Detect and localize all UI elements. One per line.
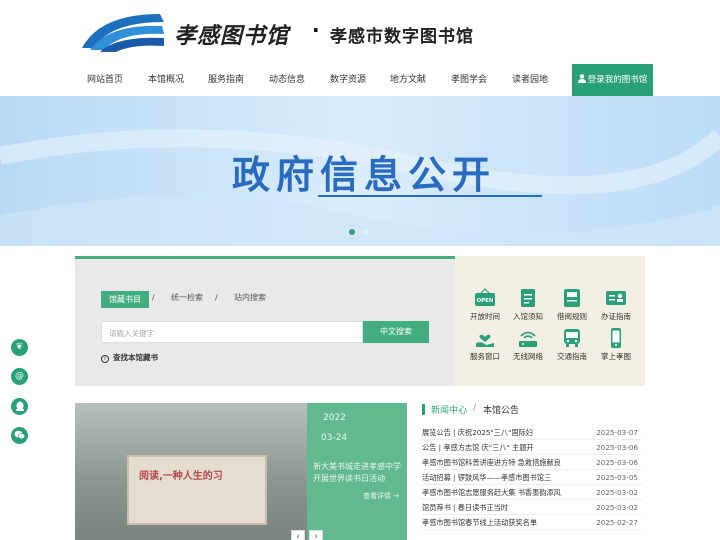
search-input[interactable]: 请输入关键字 xyxy=(101,321,363,343)
site-logo[interactable]: 孝感图书馆 · 孝感市数字图书馆 xyxy=(80,8,500,58)
service-mobile[interactable]: 掌上孝图 xyxy=(593,328,639,362)
service-borrowing-rules[interactable]: 借阅规则 xyxy=(549,288,595,322)
logo-calligraphy: 孝感图书馆 xyxy=(174,23,290,49)
slide-image: 阅读,一种人生的习 xyxy=(75,403,307,540)
service-grid: OPEN 开放时间 入馆须知 借阅规则 办证指南 服务窗口 无线网络 交通指南 xyxy=(455,256,645,386)
list-item[interactable]: 孝感市图书馆科普讲座进方特 急救措施献良 2025-03-06 xyxy=(422,455,642,470)
notice-document-icon xyxy=(521,289,535,307)
carousel-dot-1[interactable] xyxy=(349,229,355,235)
slide-screen-text: 阅读,一种人生的习 xyxy=(139,471,223,482)
search-panel: 馆藏书目 / 统一检索 / 站内搜索 请输入关键字 中文搜索 i 查找本馆藏书 xyxy=(75,256,455,386)
tab-site-search[interactable]: 站内搜索 xyxy=(234,292,266,303)
mobile-phone-icon xyxy=(611,328,621,348)
carousel-dot-2[interactable] xyxy=(363,229,369,235)
slide-caption: 新大美书城走进孝感中学开展世界读书日活动 xyxy=(313,462,401,483)
hero-banner[interactable]: 政府信息公开 xyxy=(0,96,720,246)
list-item[interactable]: 孝感市图书馆春节线上活动获奖名单 2025-02-27 xyxy=(422,515,642,530)
tab-announcements[interactable]: 本馆公告 xyxy=(483,403,519,416)
list-item[interactable]: 孝感市图书馆志愿服务赶大集 书香墨韵添风 2025-03-02 xyxy=(422,485,642,500)
info-icon: i xyxy=(101,355,109,363)
banner-title: 政府信息公开 xyxy=(232,153,497,197)
qq-penguin-icon[interactable] xyxy=(11,398,28,415)
catalog-hint-text: 查找本馆藏书 xyxy=(113,353,158,362)
news-header-separator: / xyxy=(473,403,477,413)
nav-item-digital-resources[interactable]: 数字资源 xyxy=(318,72,378,85)
service-window[interactable]: 服务窗口 xyxy=(462,328,508,362)
service-wifi[interactable]: 无线网络 xyxy=(505,328,551,362)
login-label: 登录我的图书馆 xyxy=(587,75,648,85)
library-logo-icon xyxy=(82,14,164,52)
main-nav: 网站首页 本馆概况 服务指南 动态信息 数字资源 地方文献 孝图学会 读者园地 xyxy=(75,64,570,94)
slide-year: 2022 xyxy=(323,413,346,423)
bus-icon xyxy=(564,329,580,347)
nav-item-service-guide[interactable]: 服务指南 xyxy=(196,72,256,85)
slide-more-link[interactable]: 查看详情 → xyxy=(363,491,399,501)
list-item[interactable]: 展览公告 | 庆祝2025"三八"国际妇 2025-03-07 xyxy=(422,425,642,440)
catalog-hint-link[interactable]: i 查找本馆藏书 xyxy=(101,352,158,363)
prev-arrow-icon[interactable]: ‹ xyxy=(291,530,305,540)
slide-date: 03-24 xyxy=(321,433,348,443)
slide-caption-panel: 2022 03-24 新大美书城走进孝感中学开展世界读书日活动 查看详情 → xyxy=(307,403,407,540)
logo-separator: · xyxy=(312,18,320,42)
page: 孝感图书馆 · 孝感市数字图书馆 网站首页 本馆概况 服务指南 动态信息 数字资… xyxy=(0,0,720,540)
nav-item-local-documents[interactable]: 地方文献 xyxy=(378,72,438,85)
tab-separator: / xyxy=(152,293,155,302)
slide-screen: 阅读,一种人生的习 xyxy=(127,455,267,525)
service-open-hours[interactable]: OPEN 开放时间 xyxy=(462,288,508,322)
open-sign-icon: OPEN xyxy=(475,288,495,306)
news-slideshow[interactable]: 阅读,一种人生的习 2022 03-24 新大美书城走进孝感中学开展世界读书日活… xyxy=(75,403,407,540)
list-item[interactable]: 公告 | 孝感方志馆 庆"三八" 主题开 2025-03-06 xyxy=(422,440,642,455)
nav-item-home[interactable]: 网站首页 xyxy=(75,72,135,85)
nav-item-reader-garden[interactable]: 读者园地 xyxy=(500,72,560,85)
service-transport[interactable]: 交通指南 xyxy=(549,328,595,362)
news-list: 展览公告 | 庆祝2025"三八"国际妇 2025-03-07 公告 | 孝感方志… xyxy=(422,425,642,530)
nav-item-about[interactable]: 本馆概况 xyxy=(136,72,196,85)
site-name: 孝感市数字图书馆 xyxy=(330,27,474,47)
user-icon xyxy=(577,74,586,83)
tab-catalog[interactable]: 馆藏书目 xyxy=(101,291,149,308)
search-button[interactable]: 中文搜索 xyxy=(363,321,429,343)
id-card-icon xyxy=(606,291,626,305)
wechat-icon[interactable] xyxy=(11,427,28,444)
list-item[interactable]: 馆员荐书 | 春日读书正当时 2025-03-02 xyxy=(422,500,642,515)
service-card-guide[interactable]: 办证指南 xyxy=(593,288,639,322)
service-entry-notice[interactable]: 入馆须知 xyxy=(505,288,551,322)
tab-separator: / xyxy=(215,293,218,302)
tab-news-center[interactable]: 新闻中心 xyxy=(431,403,467,416)
news-header-bar xyxy=(422,404,425,415)
svg-text:OPEN: OPEN xyxy=(476,298,493,304)
next-arrow-icon[interactable]: › xyxy=(309,530,323,540)
news-header: 新闻中心 / 本馆公告 xyxy=(422,403,642,419)
book-rules-icon xyxy=(564,289,580,307)
list-item[interactable]: 活动招募 | 锣鼓风华——孝感市图书馆三 2025-03-05 xyxy=(422,470,642,485)
at-icon[interactable]: @ xyxy=(11,368,28,385)
nav-item-society[interactable]: 孝图学会 xyxy=(439,72,499,85)
nav-item-news[interactable]: 动态信息 xyxy=(257,72,317,85)
banner-underline xyxy=(318,195,542,197)
tab-unified-search[interactable]: 统一检索 xyxy=(171,292,203,303)
wifi-router-icon xyxy=(519,331,537,347)
hand-heart-icon xyxy=(476,334,494,347)
leaf-icon[interactable]: ❦ xyxy=(11,339,28,356)
